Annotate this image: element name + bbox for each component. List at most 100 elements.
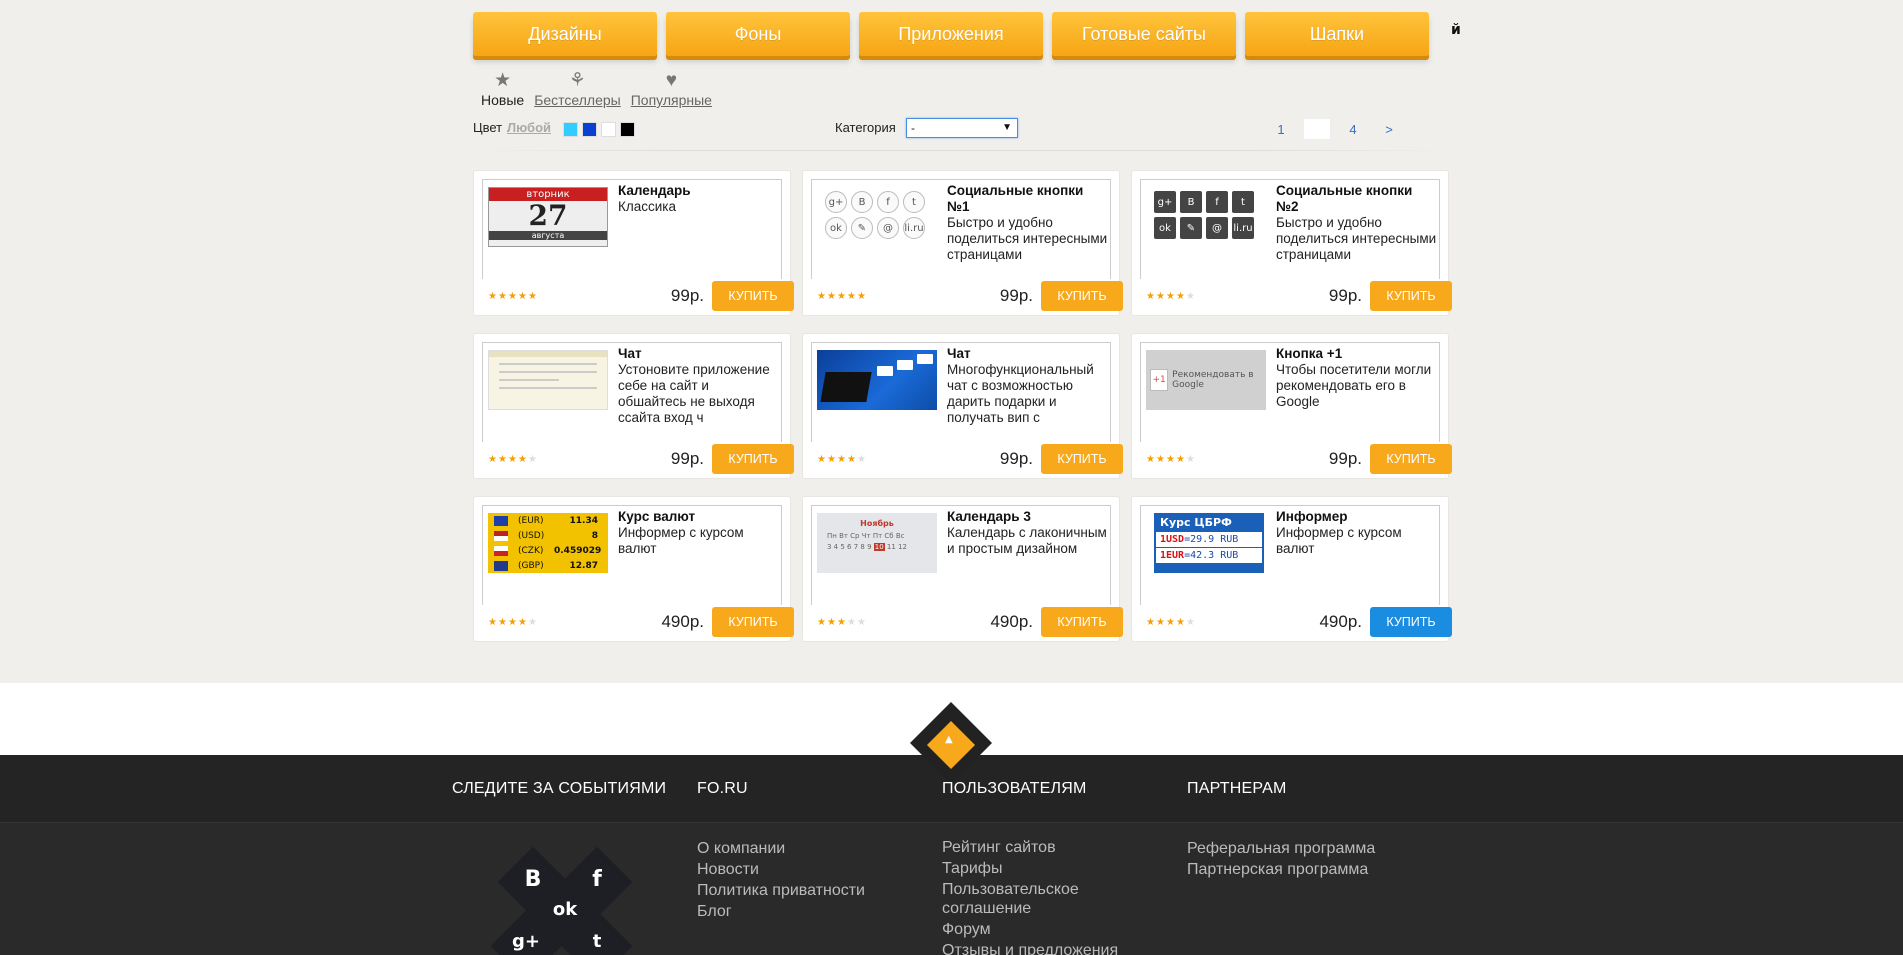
buy-button[interactable]: КУПИТЬ — [1041, 607, 1123, 637]
product-title[interactable]: Календарь Классика — [618, 183, 780, 215]
buy-button[interactable]: КУПИТЬ — [712, 444, 794, 474]
footer-link[interactable]: Политика приватности — [697, 880, 865, 901]
product-thumbnail[interactable]: (EUR) 11.34 (USD) 8 (CZK) 0.459029 (GBP) 12.… — [488, 513, 608, 573]
currency-code: (EUR) — [518, 515, 544, 526]
pencil-icon: ✎ — [851, 217, 873, 239]
buy-button[interactable]: КУПИТЬ — [712, 281, 794, 311]
tab-apps[interactable]: Приложения — [859, 12, 1043, 56]
color-swatch-blue[interactable] — [582, 122, 597, 137]
footer-link[interactable]: Тарифы — [942, 859, 1152, 878]
product-card: Ноябрь Пн Вт Ср Чт Пт Сб Вс 3 4 5 6 7 8 … — [802, 496, 1123, 642]
product-title[interactable]: Календарь 3 Календарь с лаконичным и прос… — [947, 509, 1109, 557]
product-title[interactable]: Социальные кнопки №2 Быстро и удобно поде… — [1276, 183, 1438, 263]
footer-link[interactable]: Новости — [697, 859, 865, 880]
tab-overflow[interactable]: й — [1451, 22, 1461, 38]
buy-button[interactable]: КУПИТЬ — [1370, 607, 1452, 637]
product-title-text: Социальные кнопки №1 — [947, 183, 1084, 214]
footer-link[interactable]: О компании — [697, 838, 865, 859]
buy-button[interactable]: КУПИТЬ — [1370, 281, 1452, 311]
product-desc: Быстро и удобно поделиться интересными с… — [947, 215, 1108, 262]
color-swatch-black[interactable] — [620, 122, 635, 137]
product-card: Курс ЦБРФ 1USD=29.9 RUB 1EUR=42.3 RUB Ин… — [1131, 496, 1452, 642]
footer-link[interactable]: Пользовательское соглашение — [942, 880, 1152, 918]
divider — [473, 150, 1453, 151]
color-swatch-white[interactable] — [601, 122, 616, 137]
category-select[interactable]: - ▼ — [906, 118, 1018, 138]
cbr-informer-image: Курс ЦБРФ 1USD=29.9 RUB 1EUR=42.3 RUB — [1154, 513, 1264, 573]
tab-headers[interactable]: Шапки — [1245, 12, 1429, 56]
star-icon: ★ — [1166, 617, 1175, 628]
star-icon: ★ — [1146, 454, 1155, 465]
page-link[interactable]: 1 — [1267, 118, 1295, 140]
sort-bestsellers[interactable]: ⚘ Бестселлеры — [534, 70, 621, 108]
product-title[interactable]: Чат Многофункциональный чат с возможность… — [947, 346, 1109, 426]
star-icon: ★ — [528, 617, 537, 628]
footer-link[interactable]: Форум — [942, 920, 1152, 939]
star-icon: ★ — [817, 291, 826, 302]
cbr-eur-key: 1EUR — [1160, 550, 1185, 561]
product-title[interactable]: Чат Устоновите приложение себе на сайт и … — [618, 346, 780, 426]
star-icon: ★ — [827, 291, 836, 302]
sort-bestsellers-label: Бестселлеры — [534, 92, 621, 108]
product-price: 99р. — [670, 449, 704, 468]
product-thumbnail[interactable]: g+ B f t ok ✎ @ li.ru — [817, 187, 937, 247]
footer-link[interactable]: Отзывы и предложения — [942, 941, 1152, 955]
page-current — [1303, 118, 1331, 140]
product-thumbnail[interactable]: вторник 27 августа — [488, 187, 608, 247]
page-next[interactable]: > — [1375, 118, 1403, 140]
tab-designs[interactable]: Дизайны — [473, 12, 657, 56]
currency-code: (GBP) — [518, 560, 544, 571]
star-icon: ★ — [1176, 454, 1185, 465]
product-title[interactable]: Курс валют Информер с курсом валют — [618, 509, 780, 557]
product-title-text: Информер — [1276, 509, 1348, 524]
sort-new[interactable]: ★ Новые — [481, 70, 524, 108]
star-icon: ★ — [827, 617, 836, 628]
footer-link[interactable]: Рейтинг сайтов — [942, 838, 1152, 857]
product-desc: Чтобы посетители могли рекомендовать его… — [1276, 362, 1432, 409]
color-swatch-cyan[interactable] — [563, 122, 578, 137]
product-desc: Информер с курсом валют — [1276, 525, 1402, 556]
tab-backgrounds[interactable]: Фоны — [666, 12, 850, 56]
product-title[interactable]: Социальные кнопки №1 Быстро и удобно поде… — [947, 183, 1109, 263]
facebook-icon: f — [592, 867, 602, 892]
color-any-link[interactable]: Любой — [507, 120, 551, 135]
calendar-weekdays: Пн Вт Ср Чт Пт Сб Вс — [827, 532, 905, 540]
star-icon: ★ — [488, 617, 497, 628]
product-card: (EUR) 11.34 (USD) 8 (CZK) 0.459029 (GBP) 12.… — [473, 496, 794, 642]
sort-popular-label: Популярные — [630, 92, 712, 108]
tab-ready-sites[interactable]: Готовые сайты — [1052, 12, 1236, 56]
currency-value: 0.459029 — [554, 545, 602, 556]
mail-icon: @ — [1206, 217, 1228, 239]
product-title[interactable]: Информер Информер с курсом валют — [1276, 509, 1438, 557]
buy-button[interactable]: КУПИТЬ — [712, 607, 794, 637]
product-thumbnail[interactable]: Ноябрь Пн Вт Ср Чт Пт Сб Вс 3 4 5 6 7 8 … — [817, 513, 937, 573]
calendar-highlight: 10 — [873, 543, 885, 551]
star-icon: ★ — [518, 617, 527, 628]
product-title[interactable]: Кнопка +1 Чтобы посетители могли рекоменд… — [1276, 346, 1438, 410]
product-thumbnail[interactable]: Курс ЦБРФ 1USD=29.9 RUB 1EUR=42.3 RUB — [1154, 513, 1274, 573]
star-icon: ★ — [1186, 291, 1195, 302]
product-desc: Устоновите приложение себе на сайт и обш… — [618, 362, 770, 425]
star-icon: ★ — [837, 291, 846, 302]
currency-image: (EUR) 11.34 (USD) 8 (CZK) 0.459029 (GBP) 12.… — [488, 513, 608, 573]
footer-link[interactable]: Реферальная программа — [1187, 838, 1375, 859]
buy-button[interactable]: КУПИТЬ — [1370, 444, 1452, 474]
star-icon: ★ — [847, 617, 856, 628]
star-icon: ★ — [817, 454, 826, 465]
product-thumbnail[interactable]: +1 Рекомендовать в Google — [1146, 350, 1266, 410]
sort-popular[interactable]: ♥ Популярные — [631, 70, 712, 108]
buy-button[interactable]: КУПИТЬ — [1041, 444, 1123, 474]
currency-value: 8 — [591, 530, 598, 541]
footer-link[interactable]: Блог — [697, 901, 865, 922]
google-plus-icon: g+ — [1154, 191, 1176, 213]
product-thumbnail[interactable] — [488, 350, 608, 410]
currency-code: (CZK) — [518, 545, 544, 556]
buy-button[interactable]: КУПИТЬ — [1041, 281, 1123, 311]
category-tabs: Дизайны Фоны Приложения Готовые сайты Ша… — [473, 12, 1429, 56]
star-icon: ★ — [1166, 454, 1175, 465]
product-thumbnail[interactable] — [817, 350, 937, 410]
product-thumbnail[interactable]: g+ B f t ok ✎ @ li.ru — [1146, 187, 1266, 247]
footer-follow-heading: СЛЕДИТЕ ЗА СОБЫТИЯМИ — [452, 780, 667, 797]
footer-link[interactable]: Партнерская программа — [1187, 859, 1375, 880]
page-link[interactable]: 4 — [1339, 118, 1367, 140]
